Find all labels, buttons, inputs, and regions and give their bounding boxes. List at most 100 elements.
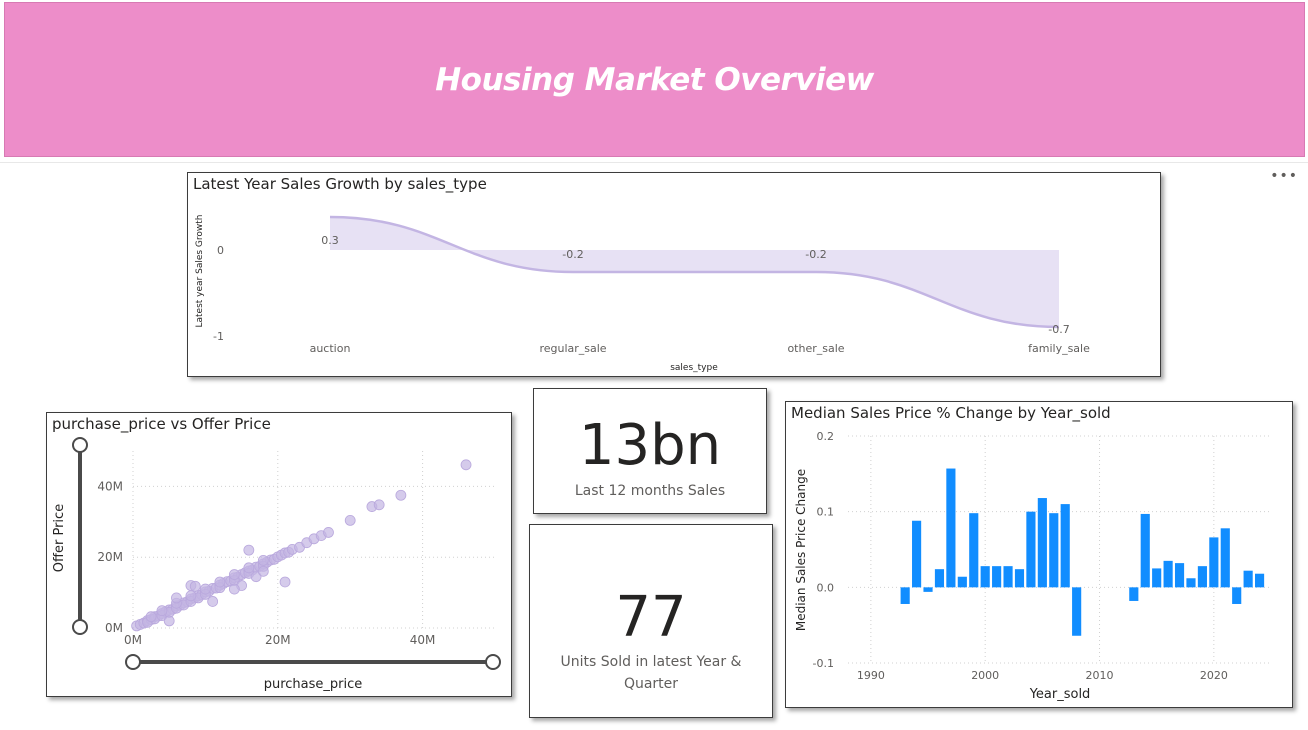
bar — [1174, 563, 1185, 588]
x-tick-label: 2010 — [1086, 669, 1114, 682]
scatter-point — [214, 576, 226, 588]
x-tick-label: 2000 — [971, 669, 999, 682]
y-zoom-handle — [72, 619, 88, 635]
x-tick-label: other_sale — [787, 342, 844, 355]
scatter-point — [243, 562, 255, 574]
x-tick-label: regular_sale — [539, 342, 606, 355]
x-tick-label: 0M — [124, 633, 142, 647]
bar — [912, 520, 922, 588]
purchase-vs-offer-chart[interactable]: purchase_price vs Offer Price 0M 0M 20M 20M… — [46, 412, 512, 697]
bar — [1254, 573, 1265, 588]
scatter-point — [228, 569, 240, 580]
kpi-label: Last 12 months Sales — [574, 483, 726, 499]
median-price-change-plot: 0.2 0.1 0.0 -0.1 1990 2000 2010 2020 Median Sale… — [794, 430, 1271, 702]
scatter-point — [257, 565, 269, 577]
scatter-point — [199, 583, 211, 595]
bar — [980, 566, 990, 588]
x-tick-label: 40M — [410, 633, 436, 647]
bar — [1003, 566, 1013, 588]
bar — [1152, 568, 1162, 588]
kpi-label-line2: Quarter — [623, 676, 679, 692]
y-axis-label: Median Sales Price Change — [794, 469, 808, 631]
x-zoom-handle — [125, 654, 141, 670]
kpi-value: 13bn — [578, 413, 722, 478]
data-label: -0.7 — [1048, 323, 1069, 336]
y-zoom-handle — [72, 437, 88, 453]
scatter-point — [189, 580, 201, 592]
bar — [1037, 498, 1047, 588]
bar — [1026, 511, 1036, 588]
data-label: 0.3 — [321, 234, 339, 247]
header-banner: Housing Market Overview — [4, 2, 1305, 157]
data-label: -0.2 — [562, 248, 583, 261]
scatter-point — [185, 590, 197, 602]
bar — [923, 587, 933, 592]
sales-growth-chart[interactable]: Latest Year Sales Growth by sales_type L… — [187, 172, 1161, 377]
scatter-point — [323, 527, 334, 538]
x-tick-label: 2020 — [1200, 669, 1228, 682]
y-tick-label: 40M — [97, 479, 123, 493]
scatter-point — [228, 583, 240, 595]
sales-growth-plot: Latest year Sales Growth 0 -1 auction regula… — [195, 214, 1090, 373]
y-tick-label: 0 — [217, 244, 224, 257]
y-tick-label: 20M — [97, 550, 123, 564]
y-tick-label: 0.1 — [817, 506, 835, 519]
kpi-card-sales[interactable]: 13bn Last 12 months Sales — [533, 388, 767, 514]
bar — [1072, 587, 1082, 636]
bar — [969, 513, 979, 588]
x-tick-label: family_sale — [1028, 342, 1090, 355]
x-tick-label: 20M — [265, 633, 291, 647]
data-label: -0.2 — [805, 248, 826, 261]
y-tick-label: 0M — [105, 621, 123, 635]
scatter-point — [171, 592, 182, 604]
x-zoom-handle — [485, 654, 501, 670]
bar — [1232, 587, 1242, 604]
scatter-point — [156, 605, 168, 617]
bar — [992, 566, 1002, 588]
y-tick-label: 0.0 — [817, 581, 835, 594]
x-axis-label: purchase_price — [264, 677, 363, 692]
scatter-point — [145, 611, 157, 623]
scatter-point — [395, 489, 407, 501]
x-axis-label: Year_sold — [1029, 687, 1091, 702]
purchase-vs-offer-plot: 0M0M 20M 20M 40M 40M Offer Price purchase_pric… — [52, 437, 501, 692]
scatter-point — [279, 576, 291, 588]
bar — [1014, 569, 1025, 588]
y-axis-label: Offer Price — [52, 504, 67, 572]
bar — [1060, 504, 1070, 588]
more-options-icon[interactable]: ••• — [1270, 168, 1298, 184]
x-tick-label: auction — [310, 342, 351, 355]
y-tick-label: -1 — [213, 330, 224, 343]
x-tick-label: 1990 — [857, 669, 885, 682]
bar — [1163, 560, 1173, 588]
scatter-point — [243, 544, 255, 556]
bar — [957, 576, 967, 588]
kpi-card-units[interactable]: 77 Units Sold in latest Year & Quarter — [529, 524, 773, 718]
kpi-value: 77 — [615, 585, 687, 650]
scatter-point — [257, 554, 269, 566]
scatter-point — [344, 514, 356, 526]
scatter-point — [460, 459, 472, 471]
y-tick-label: -0.1 — [813, 657, 834, 670]
bar — [1140, 513, 1150, 588]
bar — [1209, 537, 1219, 588]
bar — [934, 569, 945, 588]
page-title: Housing Market Overview — [435, 61, 874, 98]
bar — [946, 468, 956, 588]
y-axis-label: Latest year Sales Growth — [195, 214, 205, 327]
scatter-point — [207, 596, 219, 607]
bar — [900, 587, 910, 604]
bar — [1129, 587, 1139, 601]
bar — [1049, 513, 1059, 588]
bar — [1220, 528, 1230, 588]
x-axis-label: sales_type — [670, 363, 718, 373]
bar — [1243, 570, 1253, 588]
y-tick-label: 0.2 — [817, 430, 835, 443]
scatter-point — [163, 615, 175, 627]
scatter-point — [373, 499, 385, 511]
median-price-change-chart[interactable]: Median Sales Price % Change by Year_sold… — [785, 401, 1293, 708]
kpi-label-line1: Units Sold in latest Year & — [560, 654, 742, 670]
bar — [1197, 566, 1207, 588]
header-divider — [0, 162, 1308, 163]
bar — [1186, 578, 1196, 588]
